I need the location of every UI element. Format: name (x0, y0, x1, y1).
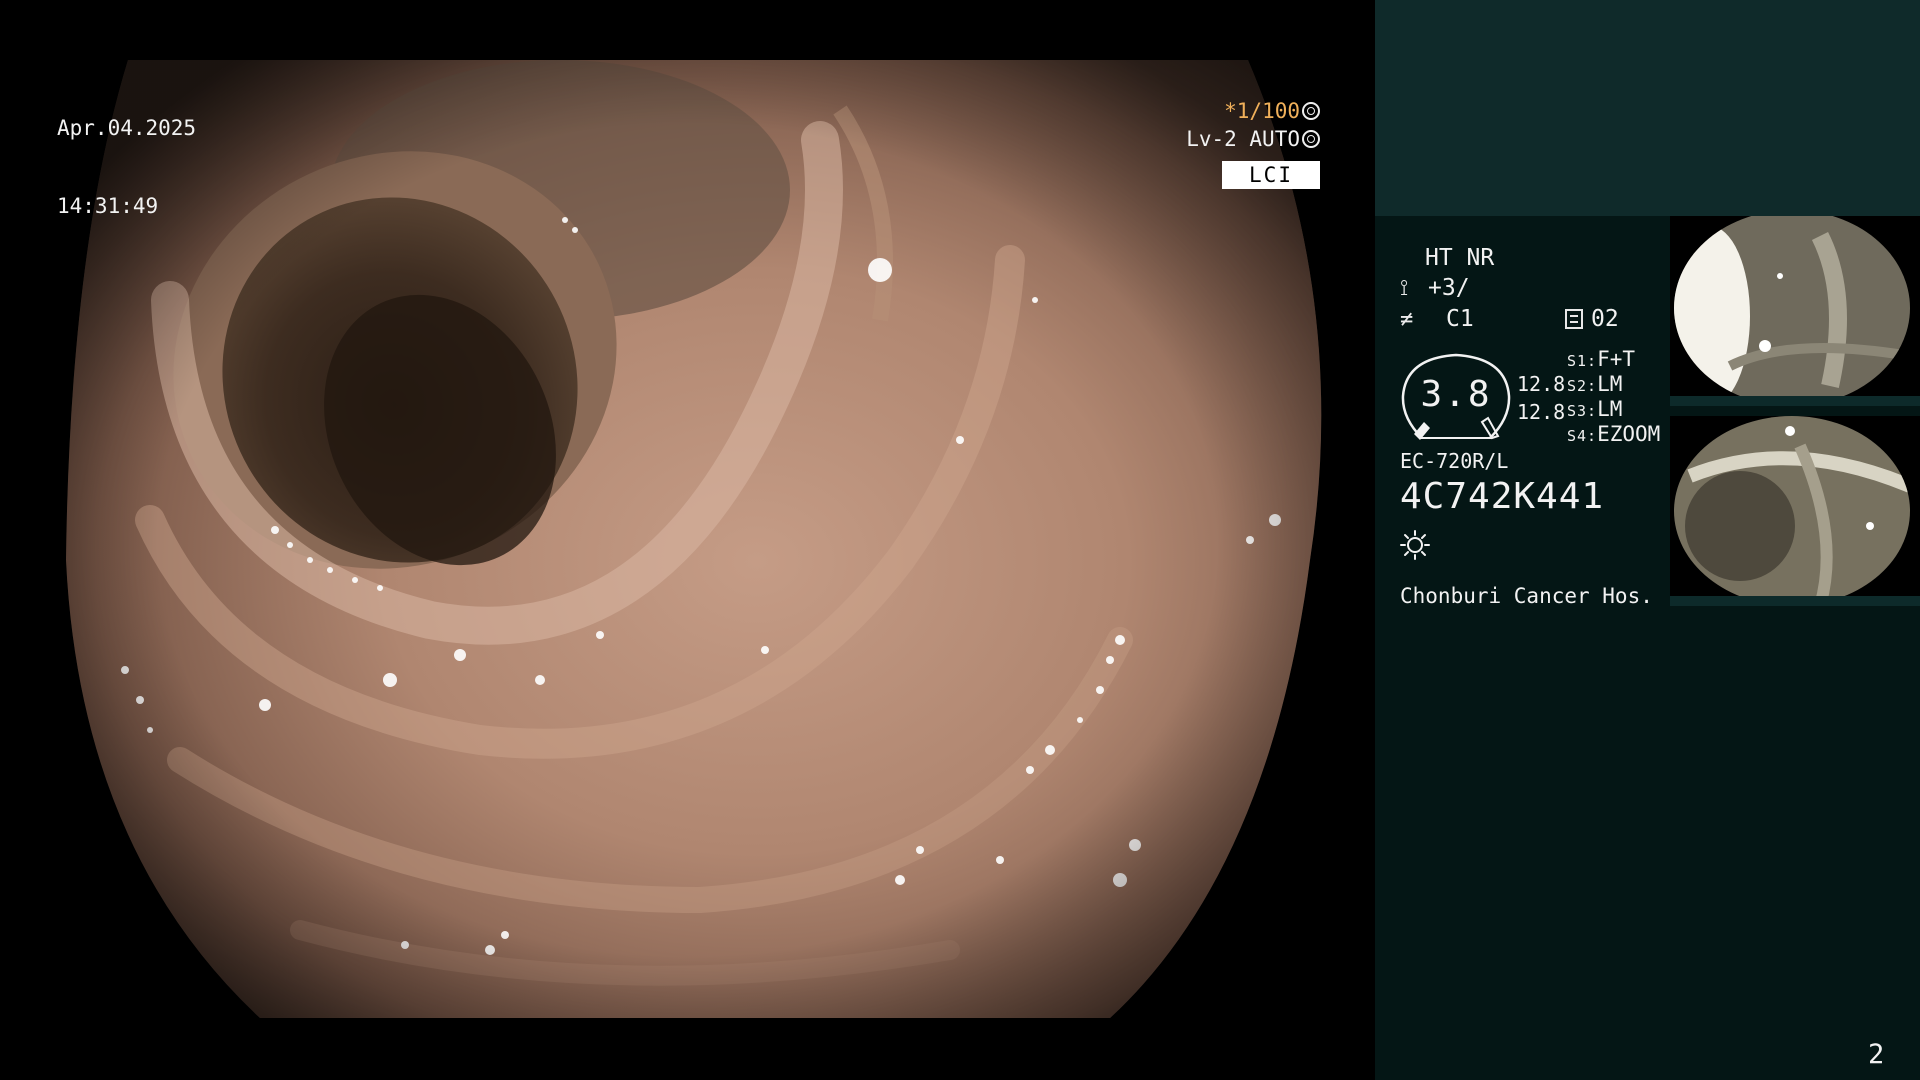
switch-value: LM (1597, 372, 1623, 396)
enhancement-icon: ⟟ (1400, 276, 1409, 301)
page-number: 2 (1868, 1039, 1885, 1070)
switch-key: S2: (1567, 377, 1598, 395)
memory-value: 02 (1591, 306, 1619, 332)
shutter-speed: *1/100 (1224, 99, 1300, 123)
switch-value: LM (1597, 397, 1623, 421)
date-time-overlay: Apr.04.2025 14:31:49 (57, 63, 196, 271)
memory-icon (1565, 309, 1583, 329)
endoscopy-screen: Apr.04.2025 14:31:49 *1/100 Lv-2 AUTO LC… (0, 0, 1920, 1080)
thumbnail-caption-bar (1670, 596, 1920, 606)
ht-nr-setting: HT NR (1425, 245, 1495, 271)
switch-s1: S1:F+T (1567, 347, 1635, 374)
iris-mode: Lv-2 AUTO (1186, 127, 1300, 151)
panel-header-band (1375, 0, 1920, 216)
color-setting: ≠ C1 (1400, 305, 1474, 334)
color-icon: ≠ (1400, 307, 1414, 332)
scope-model: EC-720R/L (1400, 449, 1509, 473)
observation-mode-badge: LCI (1222, 161, 1320, 189)
light-icon (1400, 530, 1430, 560)
switch-key: S3: (1567, 402, 1598, 420)
switch-s3: S3:LM (1567, 397, 1622, 424)
thumbnail-image (1670, 416, 1920, 606)
color-value: C1 (1446, 306, 1474, 332)
endoscope-view: Apr.04.2025 14:31:49 *1/100 Lv-2 AUTO LC… (0, 0, 1375, 1080)
hospital-name: Chonburi Cancer Hos. (1400, 584, 1653, 608)
captured-thumbnail[interactable] (1670, 216, 1920, 406)
scope-serial-number: 4C742K441 (1400, 476, 1605, 517)
iris-indicator: Lv-2 AUTO (1186, 126, 1320, 152)
switch-value: EZOOM (1597, 422, 1661, 446)
switch-s2: S2:LM (1567, 372, 1622, 399)
switch-value: F+T (1597, 347, 1636, 371)
gauge-reading-1: 12.8 (1517, 372, 1566, 396)
enhancement-value: +3/ (1428, 275, 1470, 301)
colon-lumen-image (66, 60, 1322, 1018)
switch-key: S4: (1567, 427, 1598, 445)
shutter-icon (1302, 102, 1320, 120)
captured-thumbnail[interactable] (1670, 416, 1920, 606)
switch-s4: S4:EZOOM (1567, 422, 1660, 449)
iris-icon (1302, 130, 1320, 148)
exam-date: Apr.04.2025 (57, 116, 197, 140)
switch-key: S1: (1567, 352, 1598, 370)
exam-time: 14:31:49 (57, 194, 159, 218)
enhancement-setting: ⟟ +3/ (1400, 274, 1470, 303)
thumbnail-image (1670, 216, 1920, 406)
thumbnail-caption-bar (1670, 396, 1920, 406)
shutter-indicator: *1/100 (1224, 98, 1320, 124)
memory-setting: 02 (1565, 305, 1619, 333)
gauge-reading-2: 12.8 (1517, 400, 1566, 424)
gauge-value: 3.8 (1420, 374, 1492, 415)
